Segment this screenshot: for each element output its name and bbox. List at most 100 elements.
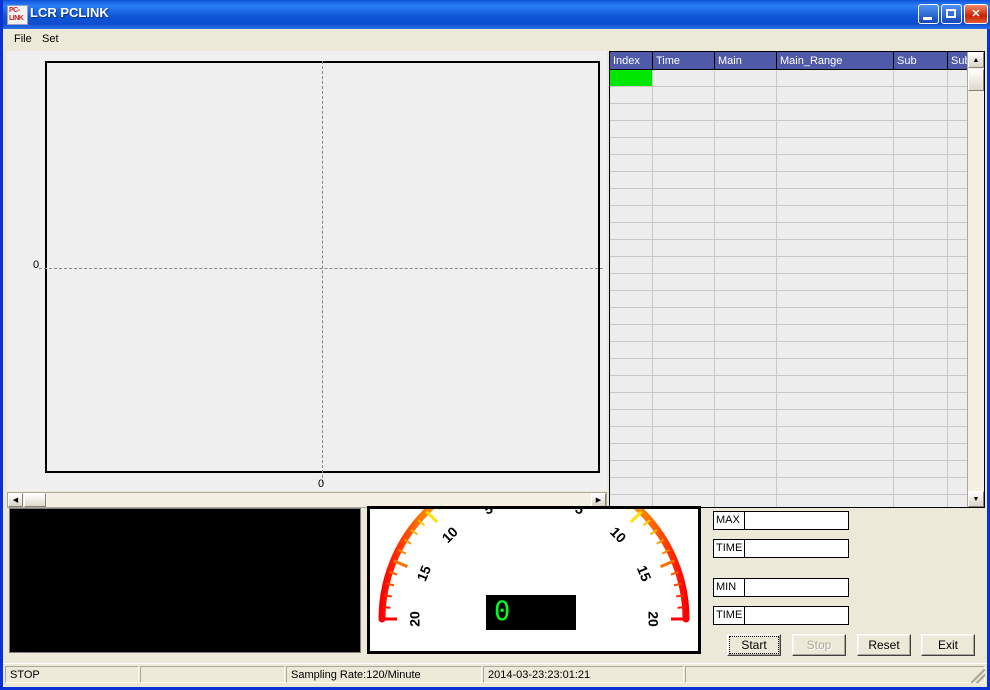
table-row[interactable] (610, 375, 984, 393)
table-cell-sub[interactable] (893, 154, 948, 172)
table-cell-time[interactable] (652, 86, 715, 104)
table-cell-sub[interactable] (893, 188, 948, 206)
table-cell-time[interactable] (652, 477, 715, 495)
table-cell-sub[interactable] (893, 443, 948, 461)
table-cell-main[interactable] (714, 477, 777, 495)
table-cell-main_range[interactable] (776, 307, 894, 325)
table-cell-index[interactable] (610, 154, 653, 172)
table-cell-index[interactable] (610, 256, 653, 274)
table-cell-time[interactable] (652, 341, 715, 359)
table-cell-index[interactable] (610, 477, 653, 495)
table-cell-main_range[interactable] (776, 324, 894, 342)
min-time-input[interactable] (745, 606, 849, 625)
table-cell-index[interactable] (610, 205, 653, 223)
menu-item-set[interactable]: Set (37, 32, 64, 46)
column-header-sub[interactable]: Sub (893, 52, 948, 70)
horizontal-scroll-thumb[interactable] (24, 493, 46, 507)
table-row[interactable] (610, 188, 984, 206)
table-row[interactable] (610, 120, 984, 138)
table-cell-index[interactable] (610, 409, 653, 427)
table-cell-sub[interactable] (893, 307, 948, 325)
table-cell-main[interactable] (714, 239, 777, 257)
table-cell-main_range[interactable] (776, 69, 894, 87)
table-cell-main[interactable] (714, 307, 777, 325)
table-cell-index[interactable] (610, 222, 653, 240)
reset-button[interactable]: Reset (857, 634, 911, 656)
table-cell-main_range[interactable] (776, 137, 894, 155)
table-cell-main_range[interactable] (776, 375, 894, 393)
table-cell-sub[interactable] (893, 171, 948, 189)
table-cell-sub[interactable] (893, 358, 948, 376)
table-cell-main[interactable] (714, 188, 777, 206)
table-cell-main_range[interactable] (776, 205, 894, 223)
grid-vertical-scrollbar[interactable]: ▲ ▼ (967, 52, 984, 507)
scroll-up-icon[interactable]: ▲ (968, 52, 984, 68)
table-cell-time[interactable] (652, 120, 715, 138)
table-cell-sub[interactable] (893, 69, 948, 87)
table-cell-time[interactable] (652, 273, 715, 291)
table-cell-sub[interactable] (893, 256, 948, 274)
table-row[interactable] (610, 477, 984, 495)
table-cell-index[interactable] (610, 307, 653, 325)
menu-item-file[interactable]: File (9, 32, 37, 46)
column-header-main-range[interactable]: Main_Range (776, 52, 894, 70)
table-row[interactable] (610, 358, 984, 376)
table-cell-sub[interactable] (893, 392, 948, 410)
table-row[interactable] (610, 409, 984, 427)
table-cell-sub[interactable] (893, 222, 948, 240)
table-row[interactable] (610, 69, 984, 87)
table-cell-index[interactable] (610, 188, 653, 206)
table-row[interactable] (610, 256, 984, 274)
table-cell-main_range[interactable] (776, 341, 894, 359)
max-value-input[interactable] (745, 511, 849, 530)
table-cell-sub[interactable] (893, 239, 948, 257)
table-cell-main[interactable] (714, 443, 777, 461)
table-cell-main_range[interactable] (776, 443, 894, 461)
table-cell-time[interactable] (652, 324, 715, 342)
table-cell-main[interactable] (714, 137, 777, 155)
table-cell-time[interactable] (652, 188, 715, 206)
table-cell-time[interactable] (652, 443, 715, 461)
table-cell-index[interactable] (610, 324, 653, 342)
table-cell-main_range[interactable] (776, 222, 894, 240)
table-cell-index[interactable] (610, 137, 653, 155)
table-cell-index[interactable] (610, 273, 653, 291)
table-cell-index[interactable] (610, 120, 653, 138)
table-row[interactable] (610, 307, 984, 325)
column-header-time[interactable]: Time (652, 52, 715, 70)
table-cell-time[interactable] (652, 103, 715, 121)
table-cell-main_range[interactable] (776, 477, 894, 495)
resize-grip-icon[interactable] (971, 669, 985, 683)
table-cell-main[interactable] (714, 290, 777, 308)
table-row[interactable] (610, 341, 984, 359)
measurements-table[interactable]: Index Time Main Main_Range Sub Sub_Range (610, 52, 984, 507)
table-cell-main[interactable] (714, 392, 777, 410)
table-cell-sub[interactable] (893, 137, 948, 155)
table-cell-main[interactable] (714, 103, 777, 121)
max-time-input[interactable] (745, 539, 849, 558)
table-cell-main_range[interactable] (776, 409, 894, 427)
stop-button[interactable]: Stop (792, 634, 846, 656)
table-cell-time[interactable] (652, 426, 715, 444)
table-cell-time[interactable] (652, 137, 715, 155)
table-row[interactable] (610, 324, 984, 342)
maximize-button[interactable] (941, 4, 962, 24)
table-cell-time[interactable] (652, 239, 715, 257)
table-cell-main[interactable] (714, 375, 777, 393)
table-cell-main[interactable] (714, 324, 777, 342)
table-cell-time[interactable] (652, 460, 715, 478)
table-cell-main_range[interactable] (776, 188, 894, 206)
table-cell-main[interactable] (714, 273, 777, 291)
table-cell-time[interactable] (652, 222, 715, 240)
table-cell-index[interactable] (610, 426, 653, 444)
table-row[interactable] (610, 171, 984, 189)
table-row[interactable] (610, 290, 984, 308)
table-cell-main[interactable] (714, 69, 777, 87)
table-row[interactable] (610, 86, 984, 104)
table-cell-sub[interactable] (893, 205, 948, 223)
table-cell-main[interactable] (714, 154, 777, 172)
table-cell-sub[interactable] (893, 375, 948, 393)
table-cell-main_range[interactable] (776, 392, 894, 410)
table-cell-time[interactable] (652, 171, 715, 189)
table-cell-main[interactable] (714, 358, 777, 376)
